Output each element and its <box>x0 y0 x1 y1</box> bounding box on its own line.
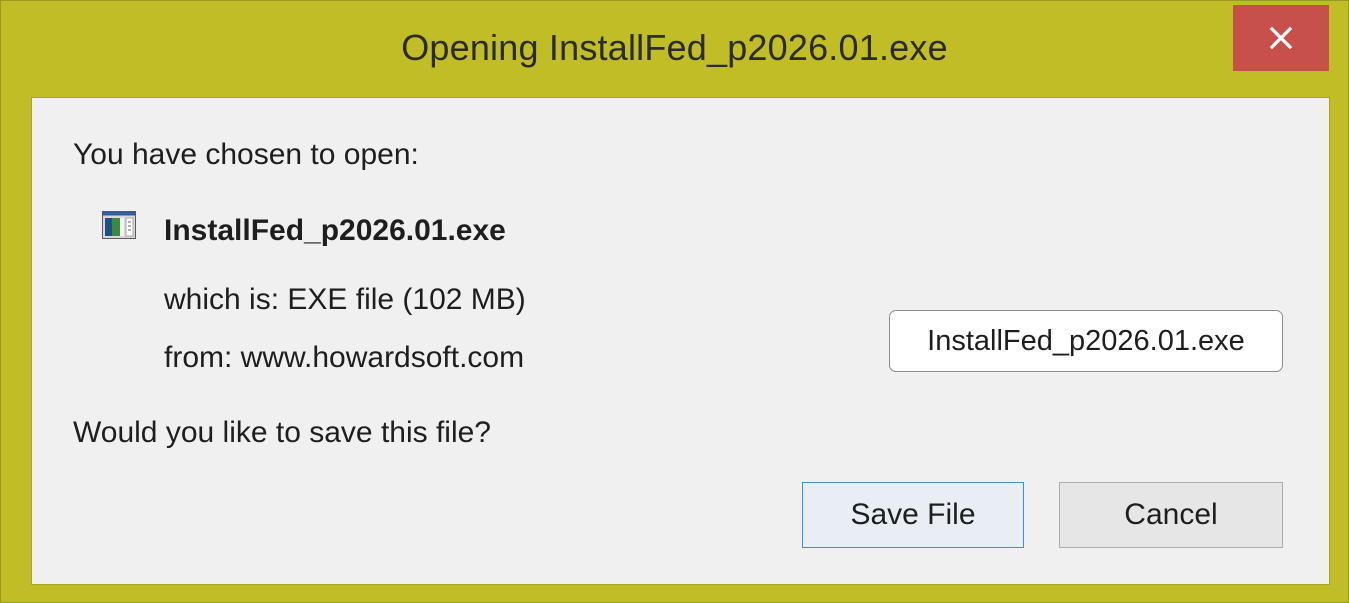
save-file-button[interactable]: Save File <box>802 482 1024 548</box>
window-title: Opening InstallFed_p2026.01.exe <box>401 27 948 68</box>
intro-text: You have chosen to open: <box>73 138 419 171</box>
close-icon <box>1269 26 1293 50</box>
cancel-button[interactable]: Cancel <box>1059 482 1283 548</box>
dialog-content: You have chosen to open: InstallFed_p202… <box>31 97 1330 585</box>
file-name-label: InstallFed_p2026.01.exe <box>164 214 506 247</box>
title-bar[interactable]: Opening InstallFed_p2026.01.exe <box>1 1 1348 97</box>
executable-file-icon <box>102 211 136 239</box>
file-type-label: which is: EXE file (102 MB) <box>164 283 526 316</box>
close-button[interactable] <box>1233 5 1329 71</box>
save-question: Would you like to save this file? <box>73 416 491 449</box>
file-name-field[interactable]: InstallFed_p2026.01.exe <box>889 310 1283 372</box>
dialog-window: Opening InstallFed_p2026.01.exe You have… <box>0 0 1349 603</box>
file-source-label: from: www.howardsoft.com <box>164 341 525 374</box>
